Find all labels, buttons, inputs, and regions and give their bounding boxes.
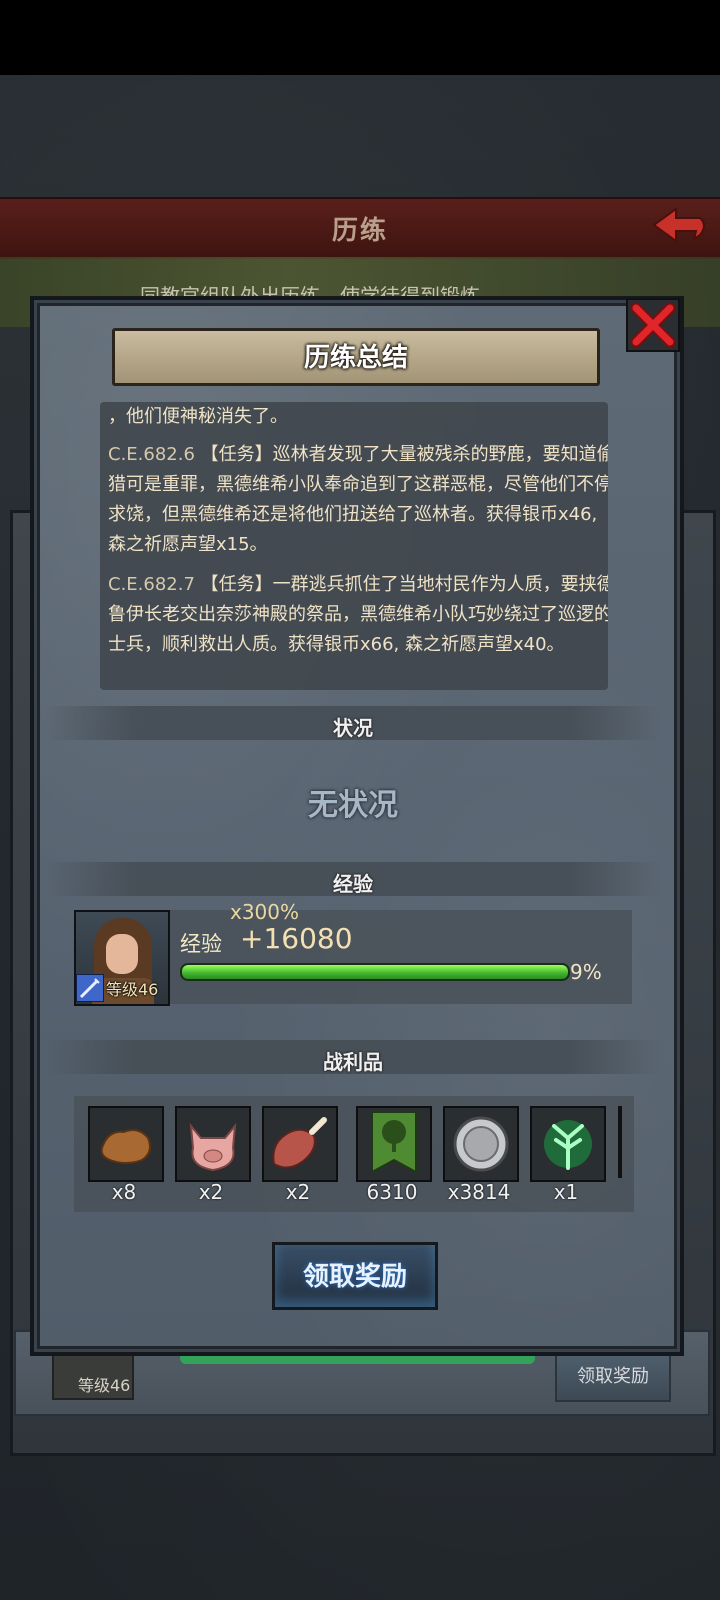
loot-count: x2 <box>198 1180 224 1204</box>
claim-reward-label: 领取奖励 <box>302 1262 407 1292</box>
training-log[interactable]: ，他们便神秘消失了。 C.E.682.6 【任务】巡林者发现了大量被残杀的野鹿，… <box>100 402 608 690</box>
log-entry: ，他们便神秘消失了。 <box>100 402 608 432</box>
exp-label: 经验 <box>180 932 222 956</box>
log-entry: C.E.682.7 【任务】一群逃兵抓住了当地村民作为人质，要挟德鲁伊长老交出奈… <box>100 570 608 660</box>
log-entry: C.E.682.6 【任务】巡林者发现了大量被残杀的野鹿，要知道偷猎可是重罪，黑… <box>100 440 608 560</box>
tree-banner-icon[interactable] <box>356 1106 432 1182</box>
avatar-face <box>106 934 138 974</box>
exp-progress-label: 9% <box>570 960 602 984</box>
screen-title: 历练 <box>331 216 388 246</box>
close-button[interactable] <box>626 298 680 352</box>
back-arrow-icon[interactable] <box>650 205 710 245</box>
exp-section-label: 经验 <box>333 872 373 896</box>
loot-count: 6310 <box>366 1180 418 1204</box>
log-entry-date: C.E.682.6 <box>108 444 195 465</box>
background-level-text: 等级46 <box>78 1376 131 1395</box>
loot-count: x1 <box>553 1180 579 1204</box>
log-entry-text: ，他们便神秘消失了。 <box>108 406 288 427</box>
loot-count: x8 <box>111 1180 137 1204</box>
loot-count: x3814 <box>447 1180 511 1204</box>
exp-multiplier: x300% <box>230 900 300 924</box>
green-tree-spirit-icon[interactable] <box>530 1106 606 1182</box>
exp-progress-bar <box>180 963 570 981</box>
background-claim-button[interactable]: 领取奖励 <box>555 1352 671 1402</box>
status-section-label: 状况 <box>333 716 373 740</box>
avatar-level: 等级46 <box>106 980 159 999</box>
leather-hide-icon[interactable] <box>88 1106 164 1182</box>
status-bar-area <box>0 0 720 75</box>
log-entry-date: C.E.682.7 <box>108 574 195 595</box>
loot-count: x2 <box>285 1180 311 1204</box>
pig-head-icon[interactable] <box>175 1106 251 1182</box>
exp-progress-fill <box>182 965 568 979</box>
exp-gain: +16080 <box>240 922 353 955</box>
close-icon <box>630 302 676 348</box>
loot-scroll-edge <box>618 1106 622 1178</box>
sword-class-icon <box>76 974 104 1002</box>
dialog-title: 历练总结 <box>303 343 408 373</box>
ham-leg-icon[interactable] <box>262 1106 338 1182</box>
loot-section-label: 战利品 <box>323 1050 383 1074</box>
status-value: 无状况 <box>308 788 398 823</box>
silver-coin-icon[interactable] <box>443 1106 519 1182</box>
